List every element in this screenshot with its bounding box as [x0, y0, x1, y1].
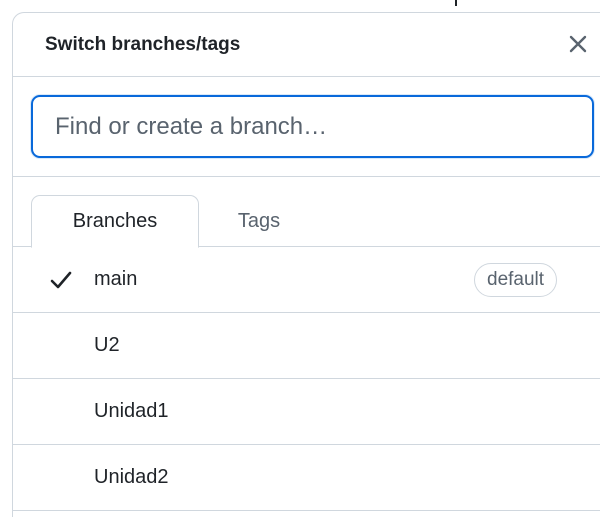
branch-name: U2 — [94, 334, 120, 356]
branch-item-u2[interactable]: U2 — [13, 313, 600, 379]
tab-branches-label: Branches — [72, 210, 158, 232]
dialog-header: Switch branches/tags — [13, 13, 600, 77]
branch-name: Unidad2 — [94, 466, 169, 488]
close-button[interactable] — [564, 30, 592, 58]
branch-switcher-dialog: Switch branches/tags Branches Tags main … — [12, 12, 600, 517]
close-icon — [569, 35, 587, 53]
tab-tags[interactable]: Tags — [199, 195, 319, 247]
branch-name: main — [94, 268, 138, 290]
tab-tags-label: Tags — [237, 209, 281, 232]
search-section — [13, 77, 600, 177]
branch-name: Unidad1 — [94, 400, 169, 422]
branch-list: main default U2 Unidad1 Unidad2 — [13, 247, 600, 511]
background-edge — [455, 0, 461, 6]
branch-item-unidad1[interactable]: Unidad1 — [13, 379, 600, 445]
default-badge: default — [474, 263, 558, 297]
tab-branches[interactable]: Branches — [31, 195, 199, 248]
check-icon — [50, 271, 72, 289]
branch-item-main[interactable]: main default — [13, 247, 600, 313]
branch-search-input[interactable] — [31, 95, 594, 158]
branch-item-unidad2[interactable]: Unidad2 — [13, 445, 600, 511]
ref-tabs: Branches Tags — [13, 177, 600, 248]
dialog-title: Switch branches/tags — [45, 34, 241, 55]
